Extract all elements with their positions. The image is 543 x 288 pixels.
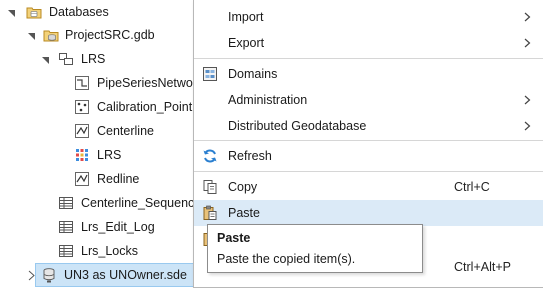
tree-node-lrs-dataset[interactable]: LRS — [0, 48, 200, 70]
tree-label-connection: UN3 as UNOwner.sde — [64, 268, 187, 282]
menu-label-import: Import — [228, 10, 264, 24]
tree-label-lrs-dataset: LRS — [81, 52, 106, 66]
tree-label-databases: Databases — [49, 5, 109, 19]
table-icon — [59, 245, 73, 257]
menu-item-refresh[interactable]: Refresh — [194, 143, 543, 169]
tree-label-redline: Redline — [97, 172, 140, 186]
collapse-arrow-icon[interactable] — [27, 24, 37, 46]
point-feature-class-icon — [75, 100, 89, 114]
tree-item-locks[interactable]: Lrs_Locks — [0, 240, 200, 262]
tree-item-lrs[interactable]: LRS — [0, 144, 200, 166]
tree-label-editlog: Lrs_Edit_Log — [81, 220, 155, 234]
expand-arrow-icon[interactable] — [27, 265, 37, 285]
tree-label-lrs: LRS — [97, 148, 122, 162]
collapse-arrow-icon[interactable] — [41, 48, 51, 70]
menu-separator — [194, 171, 543, 172]
tree-node-gdb[interactable]: ProjectSRC.gdb — [0, 24, 200, 46]
menu-item-domains[interactable]: Domains — [194, 61, 543, 87]
menu-label-export: Export — [228, 36, 265, 50]
tree-label-calib: Calibration_Point — [97, 100, 193, 114]
lrs-icon — [76, 149, 88, 161]
menu-separator — [194, 58, 543, 59]
tree-item-pipe[interactable]: PipeSeriesNetwork — [0, 72, 200, 94]
tree-item-redline[interactable]: Redline — [0, 168, 200, 190]
menu-shortcut-copy: Ctrl+C — [454, 180, 490, 194]
tree-item-calib[interactable]: Calibration_Point — [0, 96, 200, 118]
submenu-arrow-icon — [524, 12, 531, 22]
submenu-arrow-icon — [524, 95, 531, 105]
menu-label-refresh: Refresh — [228, 149, 272, 163]
feature-dataset-icon — [59, 53, 73, 65]
line-feature-class-icon — [75, 172, 89, 186]
file-geodatabase-icon — [43, 30, 59, 42]
menu-item-paste[interactable]: Paste — [194, 200, 543, 226]
submenu-arrow-icon — [524, 121, 531, 131]
refresh-icon — [203, 149, 217, 163]
menu-shortcut-ctrl-alt-p: Ctrl+Alt+P — [454, 260, 511, 274]
domains-icon — [203, 67, 217, 81]
copy-icon — [203, 180, 217, 194]
menu-item-import[interactable]: Import — [194, 4, 543, 30]
tooltip-title: Paste — [217, 231, 251, 245]
collapse-arrow-icon[interactable] — [7, 1, 17, 23]
tree-label-locks: Lrs_Locks — [81, 244, 138, 258]
menu-item-copy[interactable]: Copy Ctrl+C — [194, 174, 543, 200]
menu-label-administration: Administration — [228, 93, 308, 107]
tree-label-center: Centerline — [97, 124, 154, 138]
tree-item-center[interactable]: Centerline — [0, 120, 200, 142]
menu-label-paste: Paste — [228, 206, 260, 220]
databases-folder-icon — [26, 7, 42, 19]
tree-label-gdb: ProjectSRC.gdb — [65, 28, 155, 42]
menu-separator — [194, 140, 543, 141]
tree-node-databases[interactable]: Databases — [0, 1, 200, 23]
paste-tooltip: Paste Paste the copied item(s). — [207, 224, 423, 273]
database-connection-icon — [43, 268, 55, 283]
submenu-arrow-icon — [524, 38, 531, 48]
menu-label-copy: Copy — [228, 180, 258, 194]
menu-label-domains: Domains — [228, 67, 278, 81]
line-feature-class-icon — [75, 124, 89, 138]
tree-item-centerseq[interactable]: Centerline_Sequence — [0, 192, 200, 214]
table-icon — [59, 221, 73, 233]
tree-label-centerseq: Centerline_Sequence — [81, 196, 200, 210]
tree-label-pipe: PipeSeriesNetwork — [97, 76, 200, 90]
network-icon — [75, 76, 89, 90]
menu-item-distributed[interactable]: Distributed Geodatabase — [194, 113, 543, 139]
table-icon — [59, 197, 73, 209]
paste-icon — [203, 205, 217, 220]
catalog-tree: Databases ProjectSRC.gdb LRS PipeSeriesN… — [0, 0, 200, 288]
menu-item-administration[interactable]: Administration — [194, 87, 543, 113]
menu-item-export[interactable]: Export — [194, 30, 543, 56]
tree-node-connection[interactable]: UN3 as UNOwner.sde — [35, 263, 194, 287]
menu-label-distributed: Distributed Geodatabase — [228, 119, 367, 133]
tooltip-description: Paste the copied item(s). — [217, 252, 356, 266]
tree-item-editlog[interactable]: Lrs_Edit_Log — [0, 216, 200, 238]
